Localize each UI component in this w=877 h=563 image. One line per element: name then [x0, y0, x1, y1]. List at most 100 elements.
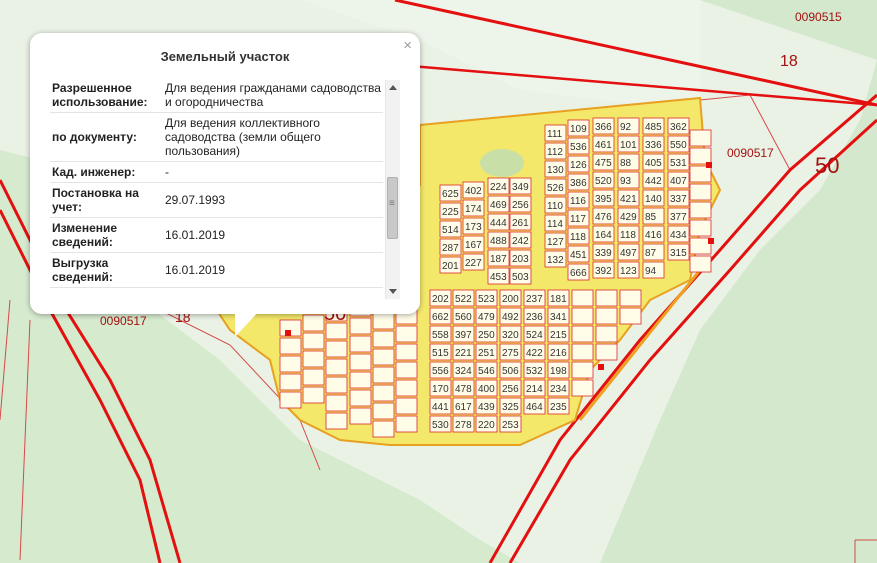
plot-parcel[interactable]	[372, 348, 395, 366]
plot-parcel[interactable]	[571, 361, 594, 379]
plot-number-label: 118	[570, 232, 586, 243]
plot-number-label: 132	[547, 255, 564, 266]
plot-parcel[interactable]	[372, 366, 395, 384]
plot-parcel[interactable]	[372, 330, 395, 348]
plot-number-label: 320	[502, 330, 519, 341]
plot-parcel[interactable]	[372, 420, 395, 438]
plot-number-label: 422	[526, 348, 543, 359]
plot-parcel[interactable]	[619, 307, 642, 325]
plot-number-label: 187	[490, 254, 507, 265]
plot-parcel[interactable]	[302, 368, 325, 386]
plot-number-label: 127	[547, 237, 564, 248]
plot-number-label: 126	[570, 160, 587, 171]
plot-number-label: 88	[620, 158, 632, 169]
plot-parcel[interactable]	[325, 340, 348, 358]
plot-number-label: 164	[595, 230, 612, 241]
plot-parcel[interactable]	[689, 147, 712, 165]
plot-number-label: 662	[432, 312, 449, 323]
building-marker	[708, 238, 714, 244]
plot-number-label: 520	[595, 176, 612, 187]
plot-number-label: 221	[455, 348, 472, 359]
plot-parcel[interactable]	[372, 384, 395, 402]
attribute-key: Выгрузка сведений:	[50, 252, 159, 288]
plot-number-label: 201	[442, 261, 459, 272]
plot-number-label: 464	[526, 402, 543, 413]
plot-parcel[interactable]	[689, 165, 712, 183]
plot-number-label: 341	[550, 312, 567, 323]
scroll-up-icon[interactable]	[389, 85, 397, 90]
plot-parcel[interactable]	[595, 343, 618, 361]
plot-parcel[interactable]	[571, 289, 594, 307]
plot-parcel[interactable]	[689, 183, 712, 201]
plot-parcel[interactable]	[595, 307, 618, 325]
plot-parcel[interactable]	[302, 386, 325, 404]
plot-parcel[interactable]	[395, 343, 418, 361]
plot-number-label: 514	[442, 225, 459, 236]
plot-parcel[interactable]	[395, 361, 418, 379]
plot-parcel[interactable]	[302, 332, 325, 350]
plot-number-label: 560	[455, 312, 472, 323]
plot-number-label: 200	[502, 294, 519, 305]
plot-number-label: 325	[502, 402, 519, 413]
plot-parcel[interactable]	[395, 379, 418, 397]
plot-parcel[interactable]	[689, 219, 712, 237]
plot-parcel[interactable]	[349, 371, 372, 389]
plot-parcel[interactable]	[689, 255, 712, 273]
close-icon[interactable]: ×	[403, 38, 412, 54]
plot-parcel[interactable]	[372, 402, 395, 420]
plot-number-label: 395	[595, 194, 612, 205]
plot-parcel[interactable]	[349, 353, 372, 371]
plot-number-label: 339	[595, 248, 612, 259]
plot-parcel[interactable]	[302, 350, 325, 368]
plot-parcel[interactable]	[571, 379, 594, 397]
plot-number-label: 114	[547, 219, 563, 230]
plot-parcel[interactable]	[279, 373, 302, 391]
plot-number-label: 506	[502, 366, 519, 377]
plot-parcel[interactable]	[279, 391, 302, 409]
plot-number-label: 400	[478, 384, 495, 395]
plot-parcel[interactable]	[689, 129, 712, 147]
plot-number-label: 215	[550, 330, 567, 341]
popup-scrollbar[interactable]	[385, 80, 400, 299]
plot-number-label: 324	[455, 366, 472, 377]
plot-parcel[interactable]	[571, 307, 594, 325]
plot-number-label: 515	[432, 348, 449, 359]
plot-parcel[interactable]	[349, 389, 372, 407]
plot-number-label: 225	[442, 207, 459, 218]
plot-number-label: 112	[547, 147, 563, 158]
plot-number-label: 117	[570, 214, 586, 225]
plot-number-label: 101	[620, 140, 637, 151]
plot-parcel[interactable]	[349, 407, 372, 425]
plot-parcel[interactable]	[279, 355, 302, 373]
table-row: Изменение сведений: 16.01.2019	[50, 217, 383, 253]
plot-number-label: 377	[670, 212, 687, 223]
popup-content[interactable]: Разрешенное использование: Для ведения г…	[50, 78, 401, 330]
plot-number-label: 227	[465, 258, 482, 269]
plot-number-label: 441	[432, 402, 449, 413]
plot-number-label: 503	[512, 272, 529, 283]
plot-parcel[interactable]	[571, 343, 594, 361]
plot-parcel[interactable]	[279, 337, 302, 355]
plot-parcel[interactable]	[595, 325, 618, 343]
plot-number-label: 110	[547, 201, 563, 212]
plot-parcel[interactable]	[571, 325, 594, 343]
plot-parcel[interactable]	[325, 394, 348, 412]
scroll-down-icon[interactable]	[389, 289, 397, 294]
plot-number-label: 123	[620, 266, 637, 277]
plot-parcel[interactable]	[595, 289, 618, 307]
plot-parcel[interactable]	[619, 289, 642, 307]
plot-number-label: 111	[547, 129, 563, 140]
plot-number-label: 256	[512, 200, 529, 211]
plot-number-label: 461	[595, 140, 612, 151]
plot-parcel[interactable]	[325, 358, 348, 376]
plot-number-label: 546	[478, 366, 495, 377]
attribute-key: по документу:	[50, 112, 159, 162]
plot-parcel[interactable]	[395, 397, 418, 415]
plot-parcel[interactable]	[325, 376, 348, 394]
plot-parcel[interactable]	[325, 412, 348, 430]
plot-parcel[interactable]	[349, 335, 372, 353]
plot-parcel[interactable]	[395, 415, 418, 433]
scroll-thumb[interactable]	[387, 177, 398, 239]
plot-parcel[interactable]	[689, 201, 712, 219]
plot-parcel[interactable]	[689, 237, 712, 255]
